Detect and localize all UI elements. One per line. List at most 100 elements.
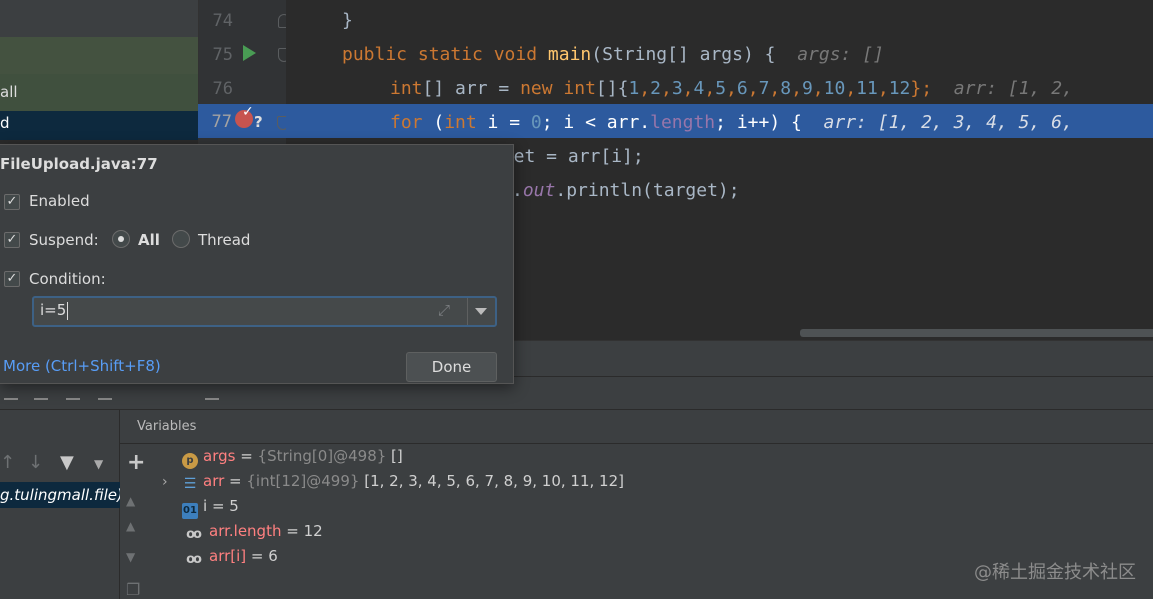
primitive-int-icon: 01 [182, 503, 198, 519]
toolbar-button-icon[interactable] [4, 398, 18, 400]
variable-row-i[interactable]: 01 i = 5 [162, 497, 239, 521]
copy-icon[interactable]: ❐ [126, 580, 140, 599]
chevron-right-icon[interactable]: › [162, 474, 182, 490]
suspend-thread-radio[interactable] [172, 230, 190, 248]
text-caret [67, 302, 68, 320]
chevron-down-icon[interactable] [475, 308, 487, 315]
code-text: .println(target); [555, 180, 740, 201]
more-settings-link[interactable]: More (Ctrl+Shift+F8) [3, 357, 161, 375]
number-literal: 6 [736, 78, 748, 99]
suspend-all-radio[interactable] [112, 230, 130, 248]
number-literal: 4 [693, 78, 705, 99]
toolbar-button-icon[interactable] [34, 398, 48, 400]
comma: , [845, 78, 857, 99]
keyword: int [444, 112, 477, 133]
toolbar-button-icon[interactable] [205, 398, 219, 400]
expand-editor-icon[interactable]: ⤢ [438, 301, 450, 319]
number-literal: 7 [758, 78, 770, 99]
condition-checkbox[interactable]: ✓ [4, 271, 20, 287]
comma: , [769, 78, 781, 99]
popup-title: FileUpload.java:77 [0, 155, 158, 173]
variable-row-arr[interactable]: › ☰ arr = {int[12]@499} [1, 2, 3, 4, 5, 6,… [162, 472, 624, 496]
arrow-up-icon[interactable]: ↑ [0, 452, 15, 473]
code-text: (String[] args) { [591, 44, 776, 65]
variable-operator: = [281, 522, 304, 540]
keyword: int [390, 78, 423, 99]
comma: , [704, 78, 716, 99]
variables-title: Variables [137, 419, 197, 434]
line-number-77: 77 [211, 112, 232, 132]
suspend-label[interactable]: Suspend: [29, 231, 99, 249]
code-line-78: rget = arr[i]; [492, 146, 644, 167]
project-tree-row-all[interactable]: all [0, 74, 198, 111]
keyword: for [390, 112, 423, 133]
triangle-up-icon[interactable]: ▲ [126, 519, 135, 533]
done-button[interactable]: Done [406, 352, 497, 382]
horizontal-scrollbar[interactable] [800, 329, 1153, 337]
code-text: ; i++) { [715, 112, 802, 133]
chevron-down-icon[interactable]: ▼ [94, 457, 103, 471]
comma: , [726, 78, 737, 99]
code-text: ; i < arr. [541, 112, 651, 133]
breakpoint-check-icon: ✓ [242, 104, 254, 120]
watermark: @稀土掘金技术社区 [974, 562, 1136, 583]
number-literal: 0 [530, 112, 542, 133]
filter-icon[interactable]: ▼ [60, 452, 74, 473]
move-down-icon[interactable]: ▼ [126, 550, 135, 564]
number-literal: 3 [671, 78, 683, 99]
number-literal: 5 [715, 78, 727, 99]
suspend-all-label[interactable]: All [138, 231, 160, 249]
suspend-checkbox[interactable]: ✓ [4, 232, 20, 248]
code-text: }; [910, 78, 933, 99]
arrow-down-icon[interactable]: ↓ [28, 452, 43, 473]
suspend-thread-label[interactable]: Thread [198, 231, 250, 249]
code-text: i = [476, 112, 531, 133]
watch-glasses-icon: oo [186, 527, 202, 542]
move-up-icon[interactable]: ▲ [126, 494, 135, 508]
project-tree-row-selected[interactable]: d [0, 111, 198, 135]
project-panel: all d [0, 0, 198, 140]
variable-value: 6 [268, 547, 278, 565]
number-literal: 10 [823, 78, 846, 99]
variable-value: 5 [229, 497, 239, 515]
comma: , [877, 78, 889, 99]
project-tree-row-label: all [0, 83, 18, 101]
variables-header [120, 410, 1153, 444]
toolbar-button-icon[interactable] [98, 398, 112, 400]
inline-value-hint: arr: [1, 2, [953, 78, 1073, 99]
code-line-79: .out.println(target); [512, 180, 740, 201]
run-main-icon[interactable] [243, 45, 256, 61]
line-number-75: 75 [212, 45, 233, 65]
line-number-74: 74 [212, 11, 233, 31]
watch-row-arr-i[interactable]: oo arr[i] = 6 [162, 547, 278, 571]
variable-operator: = [224, 472, 247, 490]
field-name: length [650, 112, 716, 133]
stack-frame-row-selected[interactable]: g.tulingmall.file) [0, 482, 120, 508]
toolbar-button-icon[interactable] [66, 398, 80, 400]
code-line-77: for (int i = 0; i < arr.length; i++) { a… [390, 112, 1073, 133]
inline-value-hint: arr: [1, 2, 3, 4, 5, 6, [823, 112, 1073, 133]
condition-label[interactable]: Condition: [29, 270, 106, 288]
enabled-checkbox[interactable]: ✓ [4, 194, 20, 210]
breakpoint-condition-icon: ? [254, 113, 263, 131]
variable-type: {String[0]@498} [257, 447, 392, 465]
enabled-label[interactable]: Enabled [29, 192, 90, 210]
project-tree-row[interactable] [0, 37, 198, 74]
comma: , [791, 78, 802, 99]
condition-input[interactable] [32, 296, 497, 327]
field-name: out [522, 180, 556, 201]
variable-operator: = [235, 447, 258, 465]
number-literal: 1 [628, 78, 640, 99]
keyword: public static void [342, 44, 548, 65]
code-text: ( [422, 112, 445, 133]
code-text: []{ [595, 78, 629, 99]
code-line-75: public static void main(String[] args) {… [342, 44, 884, 65]
project-tree-selection-strip [0, 135, 198, 140]
code-line-76: int[] arr = new int[]{1,2,3,4,5,6,7,8,9,… [390, 78, 1073, 99]
add-watch-icon[interactable]: + [127, 450, 145, 475]
condition-input-value[interactable]: i=5 [40, 301, 66, 319]
variable-row-args[interactable]: p args = {String[0]@498} [] [162, 447, 403, 471]
comma: , [682, 78, 694, 99]
comma: , [639, 78, 651, 99]
watch-row-arr-length[interactable]: oo arr.length = 12 [162, 522, 323, 546]
